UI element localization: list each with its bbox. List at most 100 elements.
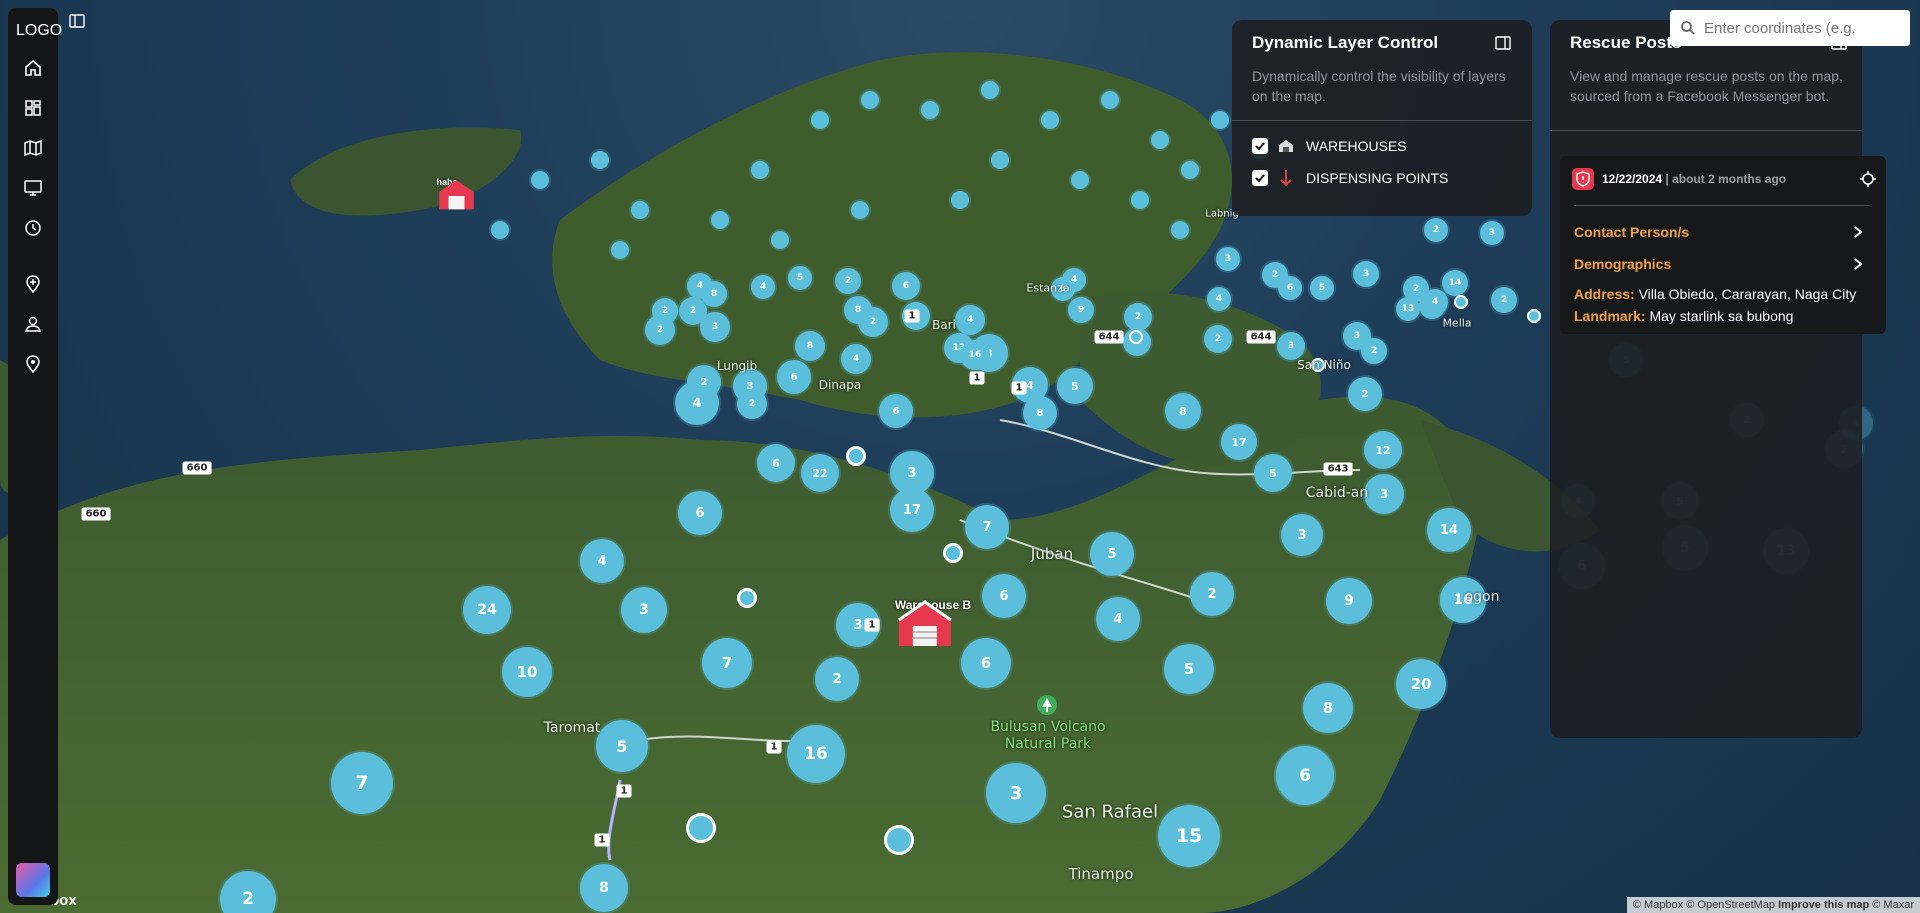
rescue-point-marker[interactable] [943, 543, 963, 563]
location-pin-icon[interactable] [23, 354, 43, 374]
panel-collapse-icon[interactable] [1494, 34, 1512, 52]
cluster-marker[interactable]: 24 [463, 586, 511, 634]
cluster-marker[interactable]: 3 [1281, 514, 1323, 556]
layer-row-dispensing-points[interactable]: DISPENSING POINTS [1252, 170, 1448, 187]
cluster-marker[interactable]: 4 [841, 344, 871, 374]
cluster-marker-small[interactable] [861, 91, 879, 109]
cluster-marker[interactable]: 8 [1023, 396, 1057, 430]
cluster-marker[interactable]: 4 [751, 275, 775, 299]
cluster-marker[interactable]: 2 [815, 657, 859, 701]
locate-icon[interactable] [1859, 170, 1877, 188]
cluster-marker[interactable]: 12 [1364, 431, 1402, 469]
cluster-marker[interactable]: 17 [1221, 424, 1257, 460]
rescue-point-marker[interactable] [884, 825, 914, 855]
sidebar-toggle-icon[interactable] [68, 12, 86, 30]
cluster-marker[interactable]: 7 [965, 505, 1009, 549]
cluster-marker-small[interactable] [921, 101, 939, 119]
coordinate-search[interactable] [1670, 10, 1910, 46]
cluster-marker[interactable]: 4 [580, 539, 624, 583]
cluster-marker[interactable]: 3 [986, 763, 1046, 823]
improve-map-link[interactable]: Improve this map [1778, 899, 1869, 911]
cluster-marker[interactable]: 3 [1480, 221, 1504, 245]
cluster-marker[interactable]: 2 [1124, 303, 1152, 331]
cluster-marker[interactable]: 6 [1278, 276, 1302, 300]
cluster-marker[interactable]: 5 [1254, 454, 1292, 492]
cluster-marker-small[interactable] [1101, 91, 1119, 109]
cluster-marker-small[interactable] [771, 231, 789, 249]
cluster-marker[interactable]: 8 [1303, 683, 1353, 733]
cluster-marker[interactable]: 2 [1348, 377, 1382, 411]
rescue-point-marker[interactable] [1527, 309, 1541, 323]
cluster-marker[interactable]: 7 [702, 638, 752, 688]
cluster-marker-small[interactable] [1151, 131, 1169, 149]
cluster-marker[interactable]: 3 [621, 587, 667, 633]
osm-attribution[interactable]: © OpenStreetMap [1686, 899, 1775, 911]
cluster-marker[interactable]: 5 [1090, 532, 1134, 576]
cluster-marker[interactable]: 3 [1364, 474, 1404, 514]
cluster-marker-small[interactable] [631, 201, 649, 219]
add-location-icon[interactable] [23, 274, 43, 294]
cluster-marker[interactable]: 7 [331, 752, 393, 814]
cluster-marker[interactable]: 5 [1310, 276, 1334, 300]
cluster-marker-small[interactable] [491, 221, 509, 239]
cluster-marker[interactable]: 6 [961, 638, 1011, 688]
cluster-marker-small[interactable] [1071, 171, 1089, 189]
cluster-marker-small[interactable] [951, 191, 969, 209]
cluster-marker[interactable]: 4 [955, 305, 985, 335]
cluster-marker-small[interactable] [531, 171, 549, 189]
cluster-marker[interactable]: 8 [701, 281, 727, 307]
cluster-marker[interactable]: 13 [1396, 297, 1420, 321]
app-logo[interactable]: LOGO [16, 22, 62, 40]
cluster-marker[interactable]: 8 [795, 331, 825, 361]
cluster-marker[interactable]: 6 [892, 272, 920, 300]
cluster-marker-small[interactable] [991, 151, 1009, 169]
cluster-marker-small[interactable] [811, 111, 829, 129]
cluster-marker[interactable]: 3 [1216, 247, 1240, 271]
cluster-marker[interactable]: 2 [737, 389, 767, 419]
user-pin-icon[interactable] [23, 314, 43, 334]
rescue-post-card[interactable]: 12/22/2024 | about 2 months ago Contact … [1560, 156, 1886, 334]
cluster-marker-small[interactable] [711, 211, 729, 229]
cluster-marker[interactable]: 5 [596, 720, 648, 772]
rescue-point-marker[interactable] [846, 446, 866, 466]
monitor-icon[interactable] [23, 178, 43, 198]
cluster-marker[interactable]: 15 [1158, 805, 1220, 867]
cluster-marker[interactable]: 14 [1442, 270, 1468, 296]
warehouses-checkbox[interactable] [1252, 138, 1268, 154]
cluster-marker[interactable]: 2 [1190, 572, 1234, 616]
cluster-marker[interactable]: 6 [757, 444, 795, 482]
cluster-marker[interactable]: 2 [1361, 338, 1387, 364]
cluster-marker[interactable]: 3 [1277, 332, 1305, 360]
cluster-marker[interactable]: 10 [502, 647, 552, 697]
cluster-marker[interactable]: 3 [890, 451, 934, 495]
cluster-marker[interactable]: 8 [580, 864, 628, 912]
home-icon[interactable] [23, 58, 43, 78]
dashboard-icon[interactable] [23, 98, 43, 118]
cluster-marker-small[interactable] [751, 161, 769, 179]
cluster-marker[interactable]: 2 [1204, 325, 1232, 353]
cluster-marker[interactable]: 20 [1396, 659, 1446, 709]
cluster-marker[interactable]: 9 [1326, 578, 1372, 624]
cluster-marker[interactable]: 5 [788, 266, 812, 290]
rescue-point-marker[interactable] [1454, 295, 1468, 309]
cluster-marker-small[interactable] [1211, 111, 1229, 129]
maxar-attribution[interactable]: © Maxar [1872, 899, 1914, 911]
layer-row-warehouses[interactable]: WAREHOUSES [1252, 138, 1407, 154]
history-icon[interactable] [23, 218, 43, 238]
cluster-marker-small[interactable] [611, 241, 629, 259]
cluster-marker[interactable]: 2 [1491, 287, 1517, 313]
demographics-accordion[interactable]: Demographics [1574, 256, 1874, 272]
cluster-marker-small[interactable] [981, 81, 999, 99]
cluster-marker-small[interactable] [851, 201, 869, 219]
cluster-marker[interactable]: 6 [982, 574, 1026, 618]
cluster-marker[interactable]: 6 [678, 491, 722, 535]
warehouse-marker[interactable]: Warehouse B [895, 598, 971, 646]
cluster-marker[interactable]: 3 [1353, 261, 1379, 287]
cluster-marker[interactable]: 6 [879, 394, 913, 428]
coordinate-search-input[interactable] [1704, 19, 1894, 37]
cluster-marker[interactable]: 14 [1427, 508, 1471, 552]
user-avatar[interactable] [16, 863, 50, 897]
cluster-marker-small[interactable] [1181, 161, 1199, 179]
cluster-marker[interactable]: 6 [777, 360, 811, 394]
map-icon[interactable] [23, 138, 43, 158]
